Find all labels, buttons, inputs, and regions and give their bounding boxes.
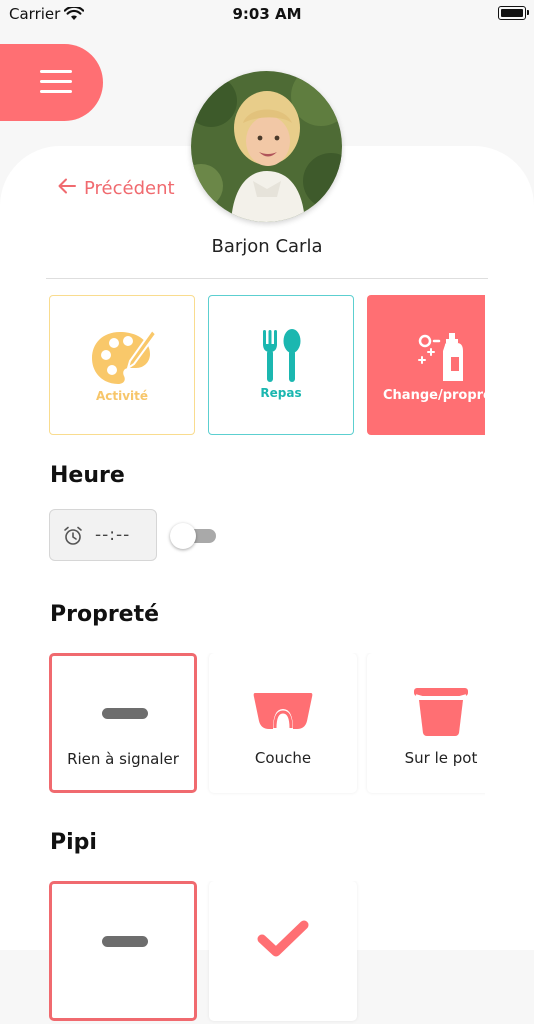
toggle-knob: [170, 523, 196, 549]
back-button[interactable]: Précédent: [58, 178, 175, 199]
child-avatar: [191, 71, 342, 222]
category-change-proprete[interactable]: Change/propreté: [367, 295, 485, 435]
category-row: Activité Repas Change/propr: [49, 295, 485, 438]
palette-icon: [90, 328, 158, 392]
potty-icon: [413, 687, 469, 741]
alarm-clock-icon: [63, 526, 83, 550]
status-bar: Carrier 9:03 AM: [0, 0, 534, 30]
category-change-label: Change/propreté: [383, 388, 485, 403]
option-sur-le-pot[interactable]: Sur le pot: [367, 653, 485, 793]
time-input[interactable]: --:--: [49, 509, 157, 561]
option-label: Couche: [254, 749, 312, 767]
child-name: Barjon Carla: [211, 236, 323, 257]
status-time: 9:03 AM: [232, 5, 302, 23]
dash-icon: [102, 936, 148, 947]
check-icon: [257, 919, 309, 961]
option-pipi-rien[interactable]: [49, 881, 197, 1021]
option-pipi-oui[interactable]: [209, 881, 357, 1021]
section-heure-title: Heure: [50, 463, 125, 488]
category-activite-label: Activité: [95, 389, 149, 403]
option-label: Sur le pot: [404, 749, 478, 767]
proprete-options: Rien à signaler Couche Sur le pot: [49, 653, 485, 796]
option-couche[interactable]: Couche: [209, 653, 357, 793]
battery-icon: [498, 6, 529, 20]
option-rien-a-signaler[interactable]: Rien à signaler: [49, 653, 197, 793]
category-repas-label: Repas: [260, 386, 302, 400]
divider: [46, 278, 488, 279]
arrow-left-icon: [58, 178, 84, 199]
dash-icon: [102, 708, 148, 719]
section-pipi-title: Pipi: [50, 830, 97, 855]
fork-spoon-icon: [261, 328, 303, 388]
option-label: Rien à signaler: [67, 750, 179, 768]
category-repas[interactable]: Repas: [208, 295, 354, 435]
cleaning-spray-icon: [417, 333, 465, 387]
time-toggle[interactable]: [170, 523, 216, 549]
section-proprete-title: Propreté: [50, 602, 160, 627]
category-activite[interactable]: Activité: [49, 295, 195, 435]
time-value: --:--: [95, 525, 131, 545]
diaper-icon: [253, 691, 313, 735]
menu-button[interactable]: [0, 44, 103, 121]
back-label: Précédent: [84, 178, 175, 199]
pipi-options: [49, 881, 485, 1024]
